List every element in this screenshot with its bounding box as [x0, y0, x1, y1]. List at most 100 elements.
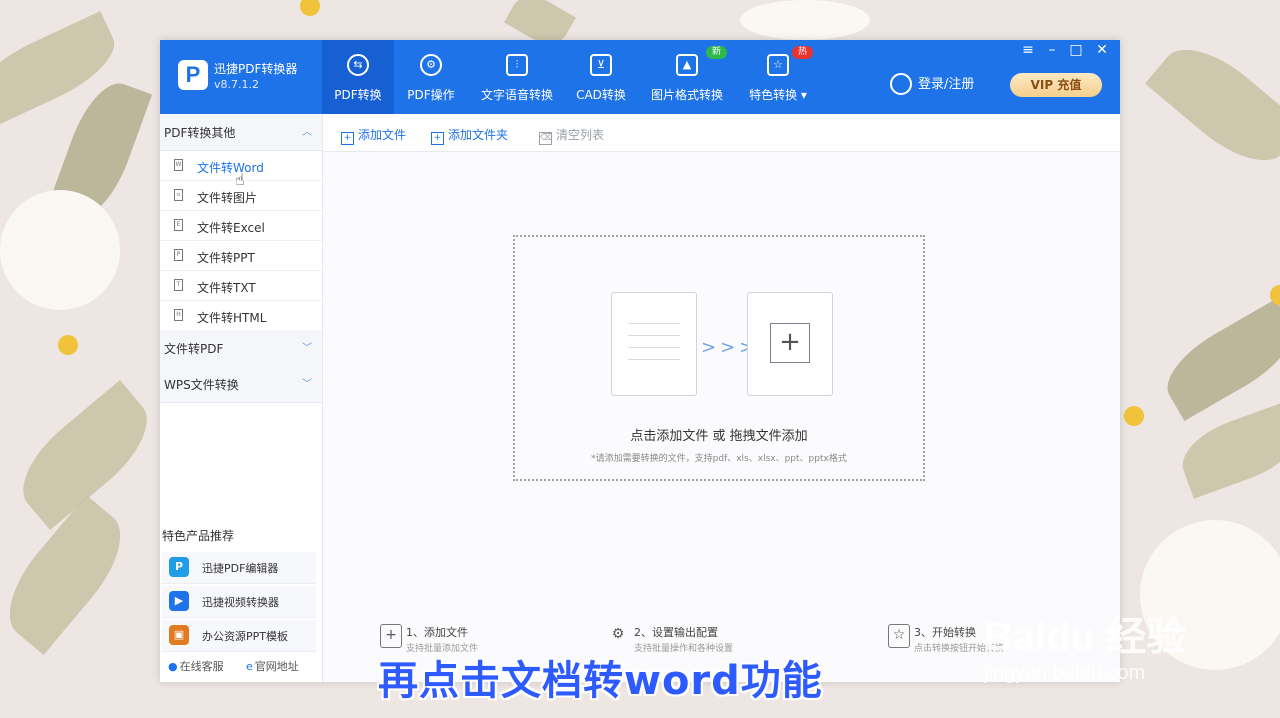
- user-icon: [890, 73, 912, 95]
- section-label: WPS文件转换: [164, 378, 239, 392]
- video-caption: 再点击文档转word功能: [378, 658, 823, 704]
- step-title: 2、设置输出配置: [634, 626, 718, 639]
- caret-down-icon: ▾: [800, 88, 807, 102]
- chevron-up-icon: ︿: [302, 127, 312, 138]
- sidebar-item-label: 文件转图片: [197, 191, 258, 205]
- tab-pdf-convert[interactable]: ⇆ PDF转换: [322, 40, 394, 114]
- settings-icon: ⚙: [420, 54, 442, 76]
- plus-icon: +: [770, 323, 810, 363]
- star-icon: ☆: [767, 54, 789, 76]
- app-logo: P: [178, 60, 208, 90]
- background-leaf: [0, 11, 126, 129]
- start-convert-icon: ☆: [888, 624, 910, 648]
- html-file-icon: H: [174, 309, 183, 321]
- maximize-icon[interactable]: □: [1066, 42, 1086, 58]
- section-file-to-pdf[interactable]: 文件转PDF ﹀: [160, 330, 322, 367]
- dropzone-title: 点击添加文件 或 拖拽文件添加: [630, 429, 808, 444]
- rec-item-label: 办公资源PPT模板: [202, 630, 288, 643]
- recommend-title: 特色产品推荐: [162, 529, 235, 543]
- chevron-down-icon: ﹀: [302, 343, 312, 354]
- doc-line: [628, 347, 680, 348]
- rec-item-label: 迅捷PDF编辑器: [202, 562, 279, 575]
- sidebar-item-to-excel[interactable]: E 文件转Excel: [160, 211, 322, 241]
- tab-text-voice[interactable]: ⫶ 文字语音转换: [476, 40, 558, 114]
- close-icon[interactable]: ✕: [1092, 42, 1112, 58]
- add-file-step-icon: +: [380, 624, 402, 648]
- document-icon: [611, 292, 697, 396]
- section-wps-convert[interactable]: WPS文件转换 ﹀: [160, 366, 322, 403]
- background-leaf: [47, 73, 153, 227]
- minimize-icon[interactable]: –: [1042, 42, 1062, 58]
- file-dropzone[interactable]: >>> + 点击添加文件 或 拖拽文件添加 *请添加需要转换的文件，支持pdf、…: [513, 235, 925, 481]
- background-flower: [740, 0, 870, 40]
- add-file-button[interactable]: + 添加文件: [341, 126, 406, 145]
- tab-label: 文字语音转换: [480, 88, 553, 102]
- ppt-file-icon: P: [174, 249, 183, 261]
- browser-icon: e: [246, 660, 253, 673]
- rec-item-video-converter[interactable]: ▶ 迅捷视频转换器: [162, 586, 316, 618]
- online-service-link[interactable]: ● 在线客服: [168, 658, 224, 674]
- sidebar-item-label: 文件转Word: [197, 161, 264, 175]
- doc-line: [628, 359, 680, 360]
- trash-icon: ⌫: [539, 132, 553, 145]
- tab-pdf-operation[interactable]: ⚙ PDF操作: [396, 40, 466, 114]
- link-label: 在线客服: [179, 660, 224, 673]
- tab-label: 图片格式转换: [650, 88, 723, 102]
- rec-item-ppt-templates[interactable]: ▣ 办公资源PPT模板: [162, 620, 316, 652]
- background-leaf: [1154, 299, 1280, 421]
- background-leaf: [1145, 29, 1280, 181]
- step-title: 1、添加文件: [406, 626, 468, 639]
- tab-feature-convert[interactable]: ☆ 特色转换 ▾ 热: [740, 40, 816, 114]
- sidebar-item-label: 文件转TXT: [197, 281, 256, 295]
- login-button[interactable]: 登录/注册: [918, 73, 974, 92]
- background-dot: [1270, 285, 1280, 305]
- background-dot: [1124, 406, 1144, 426]
- app-name: 迅捷PDF转换器: [214, 62, 298, 76]
- ppt-template-icon: ▣: [169, 625, 189, 645]
- rec-item-pdf-editor[interactable]: P 迅捷PDF编辑器: [162, 552, 316, 584]
- new-badge: 新: [706, 46, 728, 59]
- watermark-brand: Baidu 经验: [984, 615, 1187, 659]
- toolbar: + 添加文件 + 添加文件夹 ⌫ 清空列表: [323, 114, 1120, 152]
- menu-icon[interactable]: ≡: [1018, 42, 1038, 58]
- doc-line: [628, 323, 680, 324]
- button-label: 添加文件夹: [448, 128, 509, 142]
- official-site-link[interactable]: e 官网地址: [246, 658, 299, 674]
- cad-icon: ⊻: [590, 54, 612, 76]
- sidebar-item-to-txt[interactable]: T 文件转TXT: [160, 271, 322, 301]
- tab-label: CAD转换: [576, 88, 626, 102]
- tab-image-convert[interactable]: ▲ 图片格式转换 新: [644, 40, 730, 114]
- tab-cad-convert[interactable]: ⊻ CAD转换: [566, 40, 636, 114]
- section-pdf-convert-other[interactable]: PDF转换其他 ︿: [160, 114, 322, 151]
- image-file-icon: ▫: [174, 189, 183, 201]
- link-label: 官网地址: [254, 660, 299, 673]
- background-leaf: [1173, 401, 1280, 499]
- rec-item-label: 迅捷视频转换器: [202, 596, 279, 609]
- dropzone-hint: *请添加需要转换的文件，支持pdf、xls、xlsx、ppt、pptx格式: [591, 454, 847, 464]
- background-dot: [300, 0, 320, 16]
- add-box-icon[interactable]: +: [747, 292, 833, 396]
- sidebar-item-label: 文件转PPT: [197, 251, 255, 265]
- title-bar: P 迅捷PDF转换器 v8.7.1.2 ⇆ PDF转换 ⚙ PDF操作 ⫶ 文字…: [160, 40, 1120, 114]
- step-title: 3、开始转换: [914, 626, 976, 639]
- sidebar-item-to-ppt[interactable]: P 文件转PPT: [160, 241, 322, 271]
- button-label: 添加文件: [358, 128, 407, 142]
- vip-recharge-button[interactable]: VIP 充值: [1010, 73, 1102, 97]
- video-converter-icon: ▶: [169, 591, 189, 611]
- background-leaf: [5, 379, 165, 531]
- excel-file-icon: E: [174, 219, 183, 231]
- clear-list-button[interactable]: ⌫ 清空列表: [539, 126, 604, 145]
- txt-file-icon: T: [174, 279, 183, 291]
- chevron-down-icon: ﹀: [302, 379, 312, 390]
- tab-label-text: 特色转换: [749, 88, 798, 102]
- sidebar-item-label: 文件转HTML: [197, 311, 267, 325]
- mouse-cursor-icon: ☝: [235, 170, 245, 189]
- doc-line: [628, 335, 680, 336]
- tab-label: 特色转换 ▾: [740, 86, 816, 103]
- tab-label: PDF操作: [407, 88, 455, 102]
- sidebar-item-label: 文件转Excel: [197, 221, 265, 235]
- add-folder-button[interactable]: + 添加文件夹: [431, 126, 508, 145]
- image-icon: ▲: [676, 54, 698, 76]
- add-file-icon: +: [341, 132, 354, 145]
- sidebar-item-to-html[interactable]: H 文件转HTML: [160, 301, 322, 331]
